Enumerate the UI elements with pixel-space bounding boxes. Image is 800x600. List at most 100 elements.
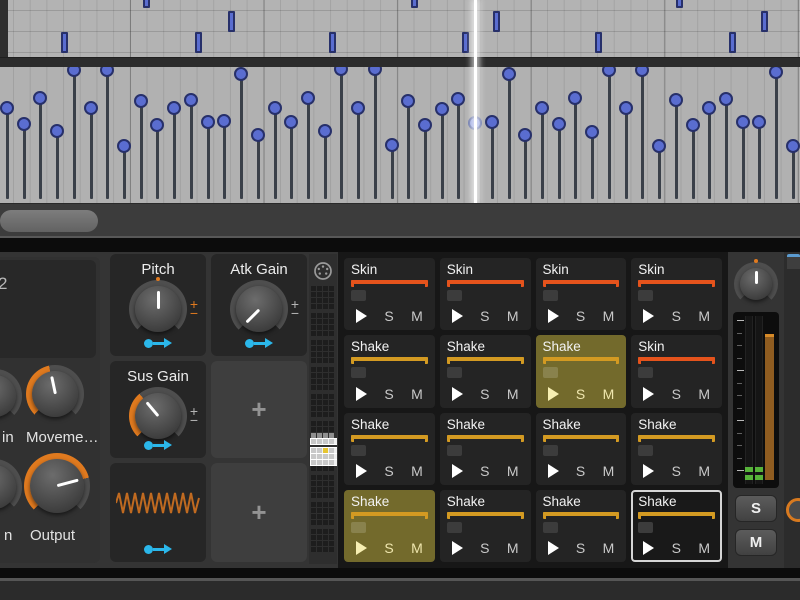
midi-note[interactable]	[61, 32, 68, 53]
minimap-cell[interactable]	[311, 529, 316, 534]
volume-fader-bar[interactable]	[765, 334, 774, 480]
minimap-cell[interactable]	[329, 529, 334, 534]
pad-mute-button[interactable]: M	[411, 540, 423, 556]
minimap-cell[interactable]	[317, 331, 322, 336]
velocity-point[interactable]	[568, 91, 582, 105]
minimap-cell[interactable]	[311, 379, 316, 384]
minimap-row[interactable]	[311, 502, 337, 507]
midi-note[interactable]	[411, 0, 418, 8]
minimap-row[interactable]	[311, 520, 337, 525]
velocity-point[interactable]	[33, 91, 47, 105]
velocity-point[interactable]	[502, 67, 516, 81]
remote-cell-empty[interactable]: +	[211, 361, 307, 458]
minimap-cell[interactable]	[329, 535, 334, 540]
add-mapping-icon[interactable]: +	[251, 394, 266, 425]
velocity-point[interactable]	[117, 139, 131, 153]
pad-volume-knob[interactable]	[734, 262, 778, 306]
gain-knob-partial[interactable]	[0, 369, 22, 423]
velocity-point[interactable]	[17, 117, 31, 131]
minimap-cell[interactable]	[311, 475, 316, 480]
minimap-cell[interactable]	[311, 547, 316, 552]
minimap-cell[interactable]	[329, 508, 334, 513]
play-icon[interactable]	[356, 541, 367, 555]
minimap-cell[interactable]	[323, 313, 328, 318]
minimap-cell[interactable]	[317, 412, 322, 417]
movement-knob[interactable]	[26, 365, 84, 423]
velocity-point[interactable]	[284, 115, 298, 129]
minimap-row[interactable]	[311, 547, 337, 552]
velocity-stem[interactable]	[23, 124, 26, 199]
velocity-stem[interactable]	[357, 108, 360, 199]
drum-pad[interactable]: SkinSM	[631, 335, 722, 407]
velocity-stem[interactable]	[457, 99, 460, 199]
minimap-cell[interactable]	[317, 394, 322, 399]
minimap-row[interactable]	[311, 292, 337, 297]
sus-gain-knob[interactable]	[129, 387, 187, 445]
minimap-cell[interactable]	[317, 448, 322, 453]
horizontal-scrollbar-track[interactable]	[0, 203, 800, 236]
drum-pad[interactable]: ShakeSM	[440, 335, 531, 407]
minimap-row[interactable]	[311, 529, 337, 534]
minimap-cell[interactable]	[317, 508, 322, 513]
modulation-route-icon[interactable]	[144, 440, 172, 450]
pad-solo-button[interactable]: S	[384, 463, 393, 479]
velocity-stem[interactable]	[340, 69, 343, 199]
drum-pad[interactable]: SkinSM	[631, 258, 722, 330]
minimap-cell[interactable]	[317, 400, 322, 405]
minimap-cell[interactable]	[323, 319, 328, 324]
play-icon[interactable]	[643, 309, 654, 323]
pad-solo-button[interactable]: S	[480, 386, 489, 402]
minimap-cell[interactable]	[317, 385, 322, 390]
drum-pad[interactable]: ShakeSM	[631, 490, 722, 562]
minimap-cell[interactable]	[323, 541, 328, 546]
minimap-cell[interactable]	[329, 547, 334, 552]
velocity-stem[interactable]	[223, 121, 226, 199]
minimap-cell[interactable]	[311, 448, 316, 453]
minimap-cell[interactable]	[329, 292, 334, 297]
drum-pad[interactable]: ShakeSM	[440, 413, 531, 485]
next-device-tab[interactable]	[787, 254, 800, 269]
pad-solo-button[interactable]: S	[576, 386, 585, 402]
pad-mute-button[interactable]: M	[411, 308, 423, 324]
minimap-cell[interactable]	[329, 421, 334, 426]
minimap-cell[interactable]	[311, 433, 316, 438]
minimap-cell[interactable]	[329, 286, 334, 291]
drum-pad[interactable]: ShakeSM	[440, 490, 531, 562]
minimap-row[interactable]	[311, 535, 337, 540]
velocity-point[interactable]	[401, 94, 415, 108]
midi-note[interactable]	[462, 32, 469, 53]
minimap-cell[interactable]	[311, 541, 316, 546]
minimap-row[interactable]	[311, 346, 337, 351]
minimap-row[interactable]	[311, 433, 337, 438]
minimap-row[interactable]	[311, 487, 337, 492]
velocity-point[interactable]	[769, 67, 783, 79]
velocity-point[interactable]	[201, 115, 215, 129]
pad-mute-button[interactable]: M	[411, 386, 423, 402]
minimap-cell[interactable]	[329, 541, 334, 546]
velocity-stem[interactable]	[307, 98, 310, 199]
midi-note[interactable]	[228, 11, 235, 32]
minimap-cell[interactable]	[329, 502, 334, 507]
minimap-row[interactable]	[311, 439, 337, 444]
drum-pad[interactable]: ShakeSM	[536, 413, 627, 485]
minimap-cell[interactable]	[323, 292, 328, 297]
pad-mute-button[interactable]: M	[507, 386, 519, 402]
velocity-stem[interactable]	[190, 100, 193, 199]
minimap-cell[interactable]	[329, 433, 334, 438]
minimap-cell[interactable]	[311, 406, 316, 411]
velocity-stem[interactable]	[274, 108, 277, 199]
minimap-row[interactable]	[311, 358, 337, 363]
pad-solo-button[interactable]: S	[672, 463, 681, 479]
minimap-cell[interactable]	[311, 481, 316, 486]
minimap-rows[interactable]	[309, 286, 337, 552]
velocity-point[interactable]	[635, 67, 649, 77]
play-icon[interactable]	[452, 387, 463, 401]
minimap-cell[interactable]	[311, 535, 316, 540]
velocity-point[interactable]	[585, 125, 599, 139]
minimap-cell[interactable]	[317, 520, 322, 525]
minimap-cell[interactable]	[323, 520, 328, 525]
minimap-row[interactable]	[311, 460, 337, 465]
minimap-row[interactable]	[311, 313, 337, 318]
minimap-cell[interactable]	[329, 427, 334, 432]
velocity-stem[interactable]	[39, 98, 42, 199]
